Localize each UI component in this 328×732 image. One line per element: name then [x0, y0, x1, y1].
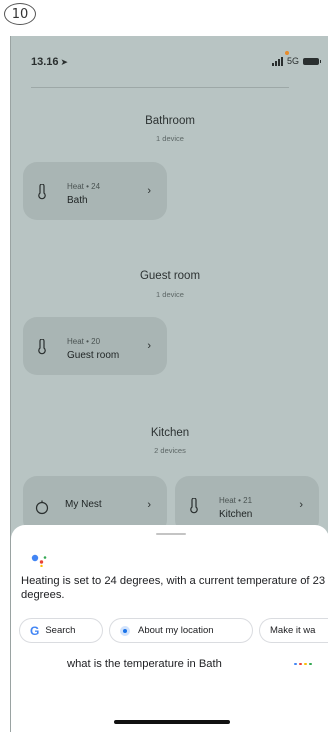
- chevron-right-icon: ›: [147, 185, 151, 197]
- assistant-sheet: Heating is set to 24 degrees, with a cur…: [11, 525, 328, 732]
- room-title-kitchen: Kitchen: [150, 427, 190, 439]
- suggestion-chips: G Search About my location Make it wa: [19, 618, 328, 645]
- device-status: Heat • 20: [67, 337, 101, 346]
- room-device-count-kitchen: 2 devices: [154, 446, 186, 455]
- sheet-drag-handle[interactable]: [156, 533, 186, 535]
- thermostat-dial-icon: [35, 500, 49, 515]
- chip-label: Search: [45, 625, 76, 636]
- device-status: Heat • 24: [67, 182, 101, 191]
- chip-label: Make it wa: [270, 625, 316, 636]
- device-name: Guest room: [67, 350, 120, 361]
- thermometer-icon: [190, 498, 198, 514]
- room-title-bathroom: Bathroom: [145, 115, 195, 127]
- status-icons: 5G: [271, 56, 321, 66]
- room-device-count-bathroom: 1 device: [156, 134, 184, 143]
- status-time-text: 13.16: [31, 56, 59, 68]
- device-name: My Nest: [65, 499, 102, 510]
- network-type: 5G: [286, 56, 299, 66]
- device-name: Bath: [67, 195, 88, 206]
- home-indicator[interactable]: [114, 720, 230, 724]
- chip-label: About my location: [138, 625, 214, 636]
- device-tile-guest-room[interactable]: Heat • 20 Guest room ›: [23, 317, 167, 375]
- status-time: 13.16 ➤: [31, 56, 68, 68]
- step-number: 10: [11, 6, 29, 22]
- device-tile-bath[interactable]: Heat • 24 Bath ›: [23, 162, 167, 220]
- chip-about-my-location[interactable]: About my location: [109, 618, 253, 643]
- signal-icon: [271, 56, 283, 66]
- chevron-right-icon: ›: [147, 499, 151, 511]
- status-bar: 13.16 ➤ 5G: [11, 36, 328, 82]
- chevron-right-icon: ›: [299, 499, 303, 511]
- room-device-count-guest-room: 1 device: [156, 290, 184, 299]
- room-title-guest-room: Guest room: [139, 270, 201, 282]
- device-name: Kitchen: [219, 509, 253, 520]
- location-arrow-icon: ➤: [60, 57, 69, 67]
- assistant-listening-dots-icon: [294, 663, 312, 665]
- step-number-badge: 10: [4, 3, 36, 25]
- chip-search[interactable]: G Search: [19, 618, 103, 643]
- battery-icon: [303, 57, 321, 65]
- google-assistant-icon: [31, 554, 47, 567]
- google-g-icon: G: [30, 623, 40, 638]
- top-divider: [31, 87, 289, 88]
- chip-make-it-warmer[interactable]: Make it wa: [259, 618, 328, 643]
- chevron-right-icon: ›: [147, 340, 151, 352]
- thermometer-icon: [38, 184, 46, 200]
- location-icon: [120, 625, 130, 636]
- assistant-reply-text: Heating is set to 24 degrees, with a cur…: [21, 575, 326, 601]
- mic-in-use-indicator: [285, 51, 289, 55]
- thermometer-icon: [38, 339, 46, 355]
- device-status: Heat • 21: [219, 496, 253, 505]
- user-query-text: what is the temperature in Bath: [67, 658, 222, 670]
- phone-screen: 13.16 ➤ 5G Bathroom 1 device Heat • 24 Ba…: [10, 36, 328, 732]
